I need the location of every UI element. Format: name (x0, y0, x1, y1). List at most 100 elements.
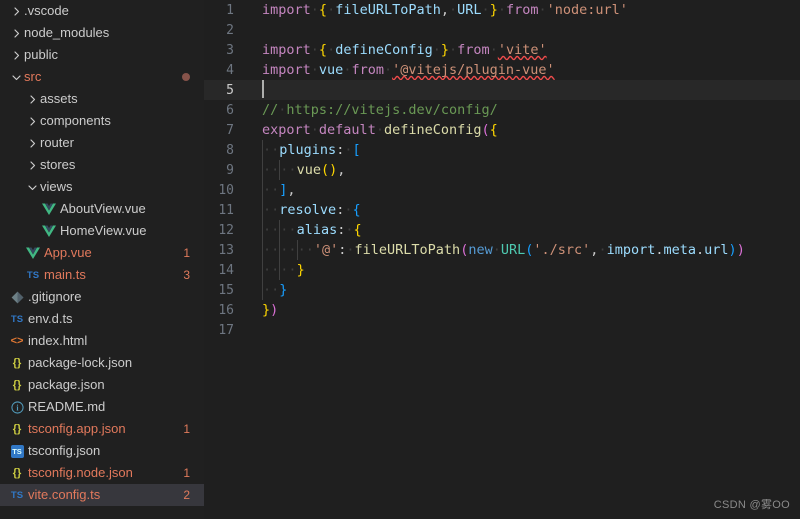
identifier: import (606, 242, 656, 258)
explorer-row-file-tsconfig-app[interactable]: {} tsconfig.app.json 1 (0, 418, 204, 440)
explorer-row-label: tsconfig.node.json (28, 465, 133, 480)
explorer-row-file-tsconfig-json[interactable]: TS tsconfig.json (0, 440, 204, 462)
line-content[interactable]: ··resolve:·{ (248, 200, 800, 220)
explorer-row-label: package.json (28, 377, 105, 392)
explorer-row-folder-stores[interactable]: stores (0, 154, 204, 176)
editor-line-12[interactable]: 12 ····alias:·{ (204, 220, 800, 240)
indent-guide (262, 200, 263, 220)
explorer-row-folder-public[interactable]: public (0, 44, 204, 66)
chevron-right-icon[interactable] (24, 91, 40, 107)
chevron-right-icon[interactable] (8, 3, 24, 19)
chevron-right-icon[interactable] (8, 25, 24, 41)
explorer-row-file-vite-config[interactable]: TS vite.config.ts 2 (0, 484, 204, 506)
editor-line-15[interactable]: 15 ··} (204, 280, 800, 300)
explorer-row-file-package-lock[interactable]: {} package-lock.json (0, 352, 204, 374)
explorer-row-folder-router[interactable]: router (0, 132, 204, 154)
editor-line-14[interactable]: 14 ····} (204, 260, 800, 280)
line-content[interactable]: ····alias:·{ (248, 220, 800, 240)
line-number: 3 (226, 42, 234, 58)
editor-lines[interactable]: 1 import·{·fileURLToPath,·URL·}·from·'nod… (204, 0, 800, 340)
identifier: url (704, 242, 729, 258)
chevron-right-icon[interactable] (24, 135, 40, 151)
line-content[interactable]: ··], (248, 180, 800, 200)
line-content[interactable]: ····} (248, 260, 800, 280)
chevron-down-icon[interactable] (8, 69, 24, 85)
code-editor[interactable]: 1 import·{·fileURLToPath,·URL·}·from·'nod… (204, 0, 800, 519)
explorer-row-file-index-html[interactable]: <> index.html (0, 330, 204, 352)
line-content[interactable]: import·{·defineConfig·}·from·'vite' (248, 40, 800, 60)
editor-line-9[interactable]: 9 ····vue(), (204, 160, 800, 180)
line-content[interactable] (248, 80, 800, 100)
bracket: ( (481, 122, 490, 138)
punct: , (287, 182, 296, 198)
whitespace-dot: · (271, 262, 280, 278)
line-content[interactable]: ··} (248, 280, 800, 300)
line-content[interactable]: }) (248, 300, 800, 320)
chevron-down-icon[interactable] (24, 179, 40, 195)
editor-line-3[interactable]: 3 import·{·defineConfig·}·from·'vite' (204, 40, 800, 60)
line-content[interactable]: export·default·defineConfig({ (248, 120, 800, 140)
explorer-row-file-main-ts[interactable]: TS main.ts 3 (0, 264, 204, 286)
editor-line-4[interactable]: 4 import·vue·from·'@vitejs/plugin-vue' (204, 60, 800, 80)
explorer-file-tree[interactable]: .vscode node_modules public src assets compon… (0, 0, 204, 506)
indent-guide (279, 240, 281, 260)
line-content[interactable]: import·vue·from·'@vitejs/plugin-vue' (248, 60, 800, 80)
explorer-row-folder-src[interactable]: src (0, 66, 204, 88)
line-content[interactable]: ······'@':·fileURLToPath(new·URL('./src'… (248, 240, 800, 260)
explorer-row-file-env-d-ts[interactable]: TS env.d.ts (0, 308, 204, 330)
explorer-row-folder-node-modules[interactable]: node_modules (0, 22, 204, 44)
bracket: } (489, 2, 498, 18)
explorer-row-file-gitignore[interactable]: .gitignore (0, 286, 204, 308)
explorer-row-file-about-view[interactable]: AboutView.vue (0, 198, 204, 220)
editor-line-6[interactable]: 6 //·https://vitejs.dev/config/ (204, 100, 800, 120)
class-url: URL (500, 242, 526, 258)
chevron-right-icon[interactable] (24, 113, 40, 129)
whitespace-dot: · (449, 2, 458, 18)
explorer-row-folder-vscode[interactable]: .vscode (0, 0, 204, 22)
editor-vertical-scrollbar[interactable] (790, 0, 800, 519)
chevron-right-icon[interactable] (24, 157, 40, 173)
bracket: { (353, 222, 362, 238)
editor-line-8[interactable]: 8 ··plugins:·[ (204, 140, 800, 160)
chevron-right-icon[interactable] (8, 47, 24, 63)
line-content[interactable]: import·{·fileURLToPath,·URL·}·from·'node… (248, 0, 800, 20)
explorer-row-folder-components[interactable]: components (0, 110, 204, 132)
indent-guide (262, 220, 263, 240)
explorer-row-file-home-view[interactable]: HomeView.vue (0, 220, 204, 242)
whitespace-dot: · (310, 62, 319, 78)
prop: resolve (279, 202, 337, 218)
tsconfig-file-icon: TS (10, 444, 24, 458)
editor-line-2[interactable]: 2 (204, 20, 800, 40)
error-count-badge: 1 (183, 466, 190, 480)
editor-line-7[interactable]: 7 export·default·defineConfig({ (204, 120, 800, 140)
explorer-row-label: router (40, 135, 74, 150)
explorer-sidebar[interactable]: .vscode node_modules public src assets compon… (0, 0, 204, 519)
editor-line-11[interactable]: 11 ··resolve:·{ (204, 200, 800, 220)
json-file-icon: {} (12, 357, 22, 369)
error-count-badge: 1 (183, 422, 190, 436)
explorer-row-folder-assets[interactable]: assets (0, 88, 204, 110)
explorer-row-file-app-vue[interactable]: App.vue 1 (0, 242, 204, 264)
explorer-row-folder-views[interactable]: views (0, 176, 204, 198)
indent-guide (262, 160, 263, 180)
editor-line-16[interactable]: 16}) (204, 300, 800, 320)
whitespace-dot: · (297, 242, 306, 258)
kw-from: from (457, 42, 490, 58)
explorer-row-file-package-json[interactable]: {} package.json (0, 374, 204, 396)
error-count-badge: 2 (183, 488, 190, 502)
editor-line-5[interactable]: 5 (204, 80, 800, 100)
whitespace-dot: · (305, 242, 314, 258)
editor-line-13[interactable]: 13 ······'@':·fileURLToPath(new·URL('./sr… (204, 240, 800, 260)
line-number: 16 (218, 302, 234, 318)
explorer-row-file-readme[interactable]: i README.md (0, 396, 204, 418)
editor-line-1[interactable]: 1 import·{·fileURLToPath,·URL·}·from·'nod… (204, 0, 800, 20)
editor-line-10[interactable]: 10 ··], (204, 180, 800, 200)
editor-line-17[interactable]: 17 (204, 320, 800, 340)
line-content[interactable]: ····vue(), (248, 160, 800, 180)
ts-file-icon: TS (10, 489, 24, 501)
explorer-row-file-tsconfig-node[interactable]: {} tsconfig.node.json 1 (0, 462, 204, 484)
bracket: ) (270, 302, 279, 318)
fn-call: defineConfig (383, 122, 482, 138)
line-content[interactable]: ··plugins:·[ (248, 140, 800, 160)
line-content[interactable]: //·https://vitejs.dev/config/ (248, 100, 800, 120)
